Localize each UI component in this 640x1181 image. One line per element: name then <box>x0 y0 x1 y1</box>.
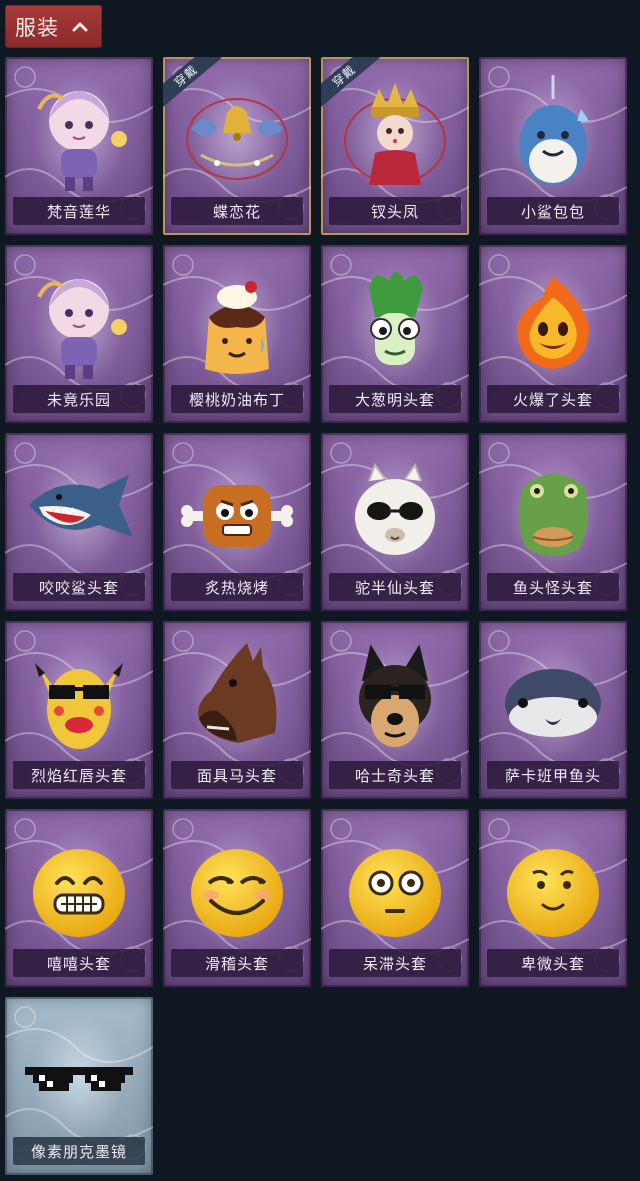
costume-name-bar: 梵音莲华 <box>13 197 145 225</box>
costume-name-bar: 炙热烧烤 <box>171 573 303 601</box>
costume-name-bar: 卑微头套 <box>487 949 619 977</box>
costume-name: 烈焰红唇头套 <box>30 766 127 785</box>
costume-name-bar: 咬咬鲨头套 <box>13 573 145 601</box>
costume-name: 火爆了头套 <box>512 390 593 409</box>
smirk-emoji-head-icon <box>177 821 297 949</box>
costume-name: 滑稽头套 <box>204 954 269 973</box>
horse-head-icon <box>177 633 297 761</box>
costume-card[interactable]: 未竟乐园 <box>5 245 153 423</box>
costume-name-bar: 面具马头套 <box>171 761 303 789</box>
costume-card[interactable]: 滑稽头套 <box>163 809 311 987</box>
pudding-head-icon <box>177 257 297 385</box>
costume-name: 钗头凤 <box>370 202 419 221</box>
costume-card[interactable]: 炙热烧烤 <box>163 433 311 611</box>
costume-name-bar: 大葱明头套 <box>329 385 461 413</box>
costume-card[interactable]: 萨卡班甲鱼头 <box>479 621 627 799</box>
phoenix-crown-costume-icon <box>335 69 455 197</box>
costume-name: 炙热烧烤 <box>204 578 269 597</box>
costume-name-bar: 哈士奇头套 <box>329 761 461 789</box>
costume-card[interactable]: 驼半仙头套 <box>321 433 469 611</box>
bell-ornament-icon <box>177 69 297 197</box>
costume-card[interactable]: 咬咬鲨头套 <box>5 433 153 611</box>
costume-card[interactable]: 穿戴 钗头凤 <box>321 57 469 235</box>
costume-name-bar: 烈焰红唇头套 <box>13 761 145 789</box>
costume-name: 哈士奇头套 <box>354 766 435 785</box>
pixel-sunglasses-icon <box>19 1009 139 1137</box>
lips-mask-icon <box>19 633 139 761</box>
costume-name: 大葱明头套 <box>354 390 435 409</box>
costume-name-bar: 鱼头怪头套 <box>487 573 619 601</box>
costume-card[interactable]: 穿戴 蝶恋花 <box>163 57 311 235</box>
costume-name-bar: 钗头凤 <box>329 197 461 225</box>
costume-name-bar: 驼半仙头套 <box>329 573 461 601</box>
costume-name: 樱桃奶油布丁 <box>188 390 285 409</box>
costume-name: 萨卡班甲鱼头 <box>504 766 601 785</box>
costume-card[interactable]: 大葱明头套 <box>321 245 469 423</box>
costume-name-bar: 未竟乐园 <box>13 385 145 413</box>
costume-name: 像素朋克墨镜 <box>30 1142 127 1161</box>
costume-category-label: 服装 <box>15 15 59 40</box>
costume-card[interactable]: 像素朋克墨镜 <box>5 997 153 1175</box>
costume-card[interactable]: 嘻嘻头套 <box>5 809 153 987</box>
costume-name: 呆滞头套 <box>362 954 427 973</box>
costume-card[interactable]: 面具马头套 <box>163 621 311 799</box>
fire-head-icon <box>493 257 613 385</box>
costume-card[interactable]: 卑微头套 <box>479 809 627 987</box>
costume-category-tab[interactable]: 服装 <box>5 5 102 48</box>
costume-card[interactable]: 梵音莲华 <box>5 57 153 235</box>
sacabambaspis-head-icon <box>493 633 613 761</box>
costume-name: 蝶恋花 <box>212 202 261 221</box>
costume-name: 小鲨包包 <box>520 202 585 221</box>
costume-card[interactable]: 小鲨包包 <box>479 57 627 235</box>
scallion-head-icon <box>335 257 455 385</box>
costume-name-bar: 萨卡班甲鱼头 <box>487 761 619 789</box>
costume-name-bar: 呆滞头套 <box>329 949 461 977</box>
costume-name-bar: 小鲨包包 <box>487 197 619 225</box>
grill-meat-head-icon <box>177 445 297 573</box>
costume-name: 嘻嘻头套 <box>46 954 111 973</box>
costume-name: 卑微头套 <box>520 954 585 973</box>
costume-name-bar: 蝶恋花 <box>171 197 303 225</box>
husky-head-icon <box>335 633 455 761</box>
alpaca-head-icon <box>335 445 455 573</box>
character-costume-icon <box>19 69 139 197</box>
dazed-emoji-head-icon <box>335 821 455 949</box>
costume-name: 未竟乐园 <box>46 390 111 409</box>
character-costume-icon <box>19 257 139 385</box>
costume-name-bar: 滑稽头套 <box>171 949 303 977</box>
costume-name-bar: 樱桃奶油布丁 <box>171 385 303 413</box>
shark-bag-icon <box>493 69 613 197</box>
costume-card[interactable]: 呆滞头套 <box>321 809 469 987</box>
costume-name: 驼半仙头套 <box>354 578 435 597</box>
costume-card[interactable]: 哈士奇头套 <box>321 621 469 799</box>
costume-card[interactable]: 火爆了头套 <box>479 245 627 423</box>
costume-name: 鱼头怪头套 <box>512 578 593 597</box>
fish-head-icon <box>493 445 613 573</box>
chevron-up-icon <box>72 22 88 31</box>
costume-card[interactable]: 樱桃奶油布丁 <box>163 245 311 423</box>
costume-name: 咬咬鲨头套 <box>38 578 119 597</box>
costume-name: 梵音莲华 <box>46 202 111 221</box>
costume-name: 面具马头套 <box>196 766 277 785</box>
costume-card[interactable]: 烈焰红唇头套 <box>5 621 153 799</box>
costume-name-bar: 嘻嘻头套 <box>13 949 145 977</box>
humble-emoji-head-icon <box>493 821 613 949</box>
costume-card[interactable]: 鱼头怪头套 <box>479 433 627 611</box>
shark-head-icon <box>19 445 139 573</box>
grin-emoji-head-icon <box>19 821 139 949</box>
costume-name-bar: 火爆了头套 <box>487 385 619 413</box>
costume-name-bar: 像素朋克墨镜 <box>13 1137 145 1165</box>
